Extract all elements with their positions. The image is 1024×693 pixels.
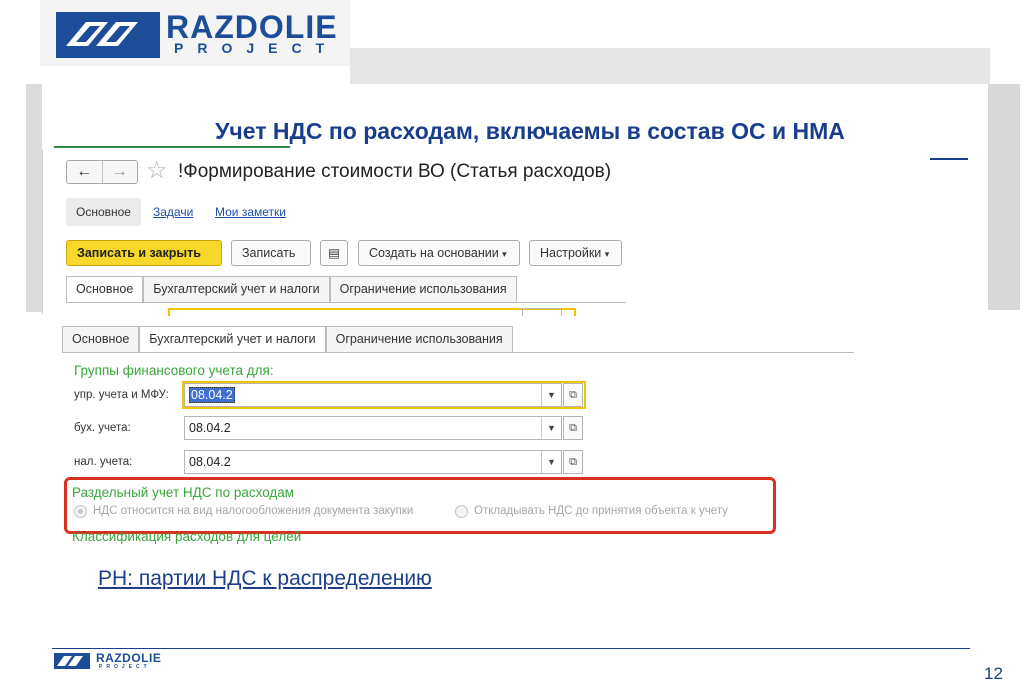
page-number: 12 <box>984 664 1003 683</box>
tab-restrictions[interactable]: Ограничение использования <box>329 276 517 302</box>
header-band <box>350 48 990 84</box>
tab-main[interactable]: Основное <box>66 276 144 302</box>
vat-batches-link[interactable]: РН: партии НДС к распределению <box>98 567 432 591</box>
arrow-right-icon[interactable]: → <box>101 161 138 183</box>
form-tabs: Основное Бухгалтерский учет и налоги Огр… <box>66 276 517 302</box>
highlight-frame-cut <box>168 308 576 316</box>
tabs-divider <box>62 352 854 353</box>
title-underline <box>54 146 290 148</box>
create-based-on-label: Создать на основании <box>369 246 499 260</box>
group-title-financial: Группы финансового учета для: <box>74 363 274 378</box>
open-icon[interactable]: ⧉ <box>563 450 583 474</box>
chevron-down-icon[interactable]: ▼ <box>541 451 561 473</box>
tabs-divider <box>66 302 626 303</box>
save-and-close-button[interactable]: Записать и закрыть <box>66 240 222 266</box>
settings-label: Настройки <box>540 246 602 260</box>
field-label-tax: нал. учета: <box>74 456 133 468</box>
form-title: !Формирование стоимости ВО (Статья расхо… <box>178 161 612 182</box>
field-value: 08.04.2 <box>189 421 231 435</box>
razdolie-logo-mark-icon <box>56 12 160 58</box>
razdolie-logo-mark-icon <box>54 653 90 669</box>
footer-logo-wordmark: RAZDOLIE <box>96 651 162 665</box>
slide-title: Учет НДС по расходам, включаемы в состав… <box>215 118 845 144</box>
field-label-bukh: бух. учета: <box>74 422 131 434</box>
highlight-frame <box>182 381 586 409</box>
document-list-icon[interactable]: ▤ <box>320 240 348 266</box>
chevron-down-icon: ▾ <box>604 249 610 259</box>
footer-logo-subtitle: PROJECT <box>99 664 151 670</box>
field-value: 08.04.2 <box>189 455 231 469</box>
arrow-left-icon[interactable]: ← <box>67 161 102 183</box>
group-title-classification: Классификация расходов для целей <box>72 529 302 544</box>
left-decor-bar <box>26 84 42 312</box>
chevron-down-icon: ▾ <box>502 249 507 259</box>
settings-button[interactable]: Настройки ▾ <box>529 240 622 266</box>
tax-group-field[interactable]: 08.04.2 ▼ <box>184 450 562 474</box>
save-button[interactable]: Записать <box>231 240 311 266</box>
footer-rule <box>52 648 970 649</box>
bukh-group-field[interactable]: 08.04.2 ▼ <box>184 416 562 440</box>
star-icon[interactable]: ☆ <box>146 158 168 184</box>
open-icon[interactable]: ⧉ <box>563 416 583 440</box>
toplink-tasks[interactable]: Задачи <box>153 204 193 220</box>
tab-accounting[interactable]: Бухгалтерский учет и налоги <box>139 326 326 352</box>
toplink-notes[interactable]: Мои заметки <box>215 204 286 220</box>
history-navigation: ← → <box>66 160 138 184</box>
toplink-main[interactable]: Основное <box>66 198 141 226</box>
tab-accounting[interactable]: Бухгалтерский учет и налоги <box>143 276 330 302</box>
title-underline <box>930 158 968 160</box>
highlight-frame-red <box>64 477 776 534</box>
field-cut <box>522 308 562 316</box>
logo-subtitle: PROJECT <box>174 40 339 56</box>
tab-restrictions[interactable]: Ограничение использования <box>325 326 513 352</box>
create-based-on-button[interactable]: Создать на основании ▾ <box>358 240 520 266</box>
tab-main[interactable]: Основное <box>62 326 140 352</box>
panel-tabs: Основное Бухгалтерский учет и налоги Огр… <box>62 326 513 352</box>
right-decor-bar <box>988 84 1020 310</box>
chevron-down-icon[interactable]: ▼ <box>541 417 561 439</box>
field-label-mgmt: упр. учета и МФУ: <box>74 389 169 401</box>
logo-wordmark: RAZDOLIE <box>166 9 338 45</box>
